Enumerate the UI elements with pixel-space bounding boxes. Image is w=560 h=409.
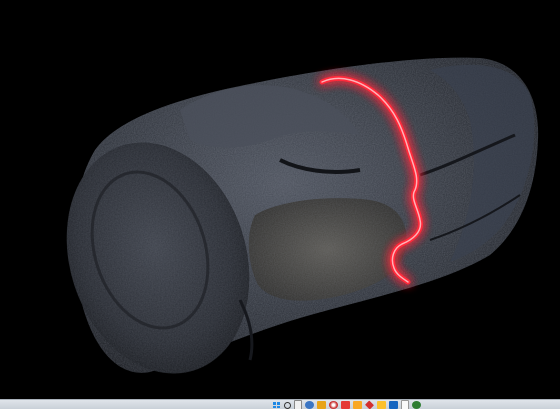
rock-core-render (66, 57, 539, 374)
3d-viewport[interactable] (0, 0, 560, 399)
yellow-app-icon[interactable] (377, 401, 386, 409)
cloud-icon[interactable] (353, 401, 362, 409)
taskbar (0, 399, 560, 409)
folder-icon[interactable] (317, 401, 326, 409)
settings-gear-icon[interactable] (305, 401, 314, 409)
browser-icon[interactable] (329, 401, 338, 409)
green-app-icon[interactable] (412, 401, 421, 409)
diamond-app-icon[interactable] (364, 400, 375, 409)
document-icon[interactable] (401, 400, 409, 409)
search-icon[interactable] (284, 401, 291, 409)
blue-app-icon[interactable] (389, 401, 398, 409)
file-icon[interactable] (294, 400, 302, 409)
mail-icon[interactable] (341, 401, 350, 409)
taskbar-icons (272, 400, 421, 409)
windows-start-icon[interactable] (272, 401, 281, 409)
